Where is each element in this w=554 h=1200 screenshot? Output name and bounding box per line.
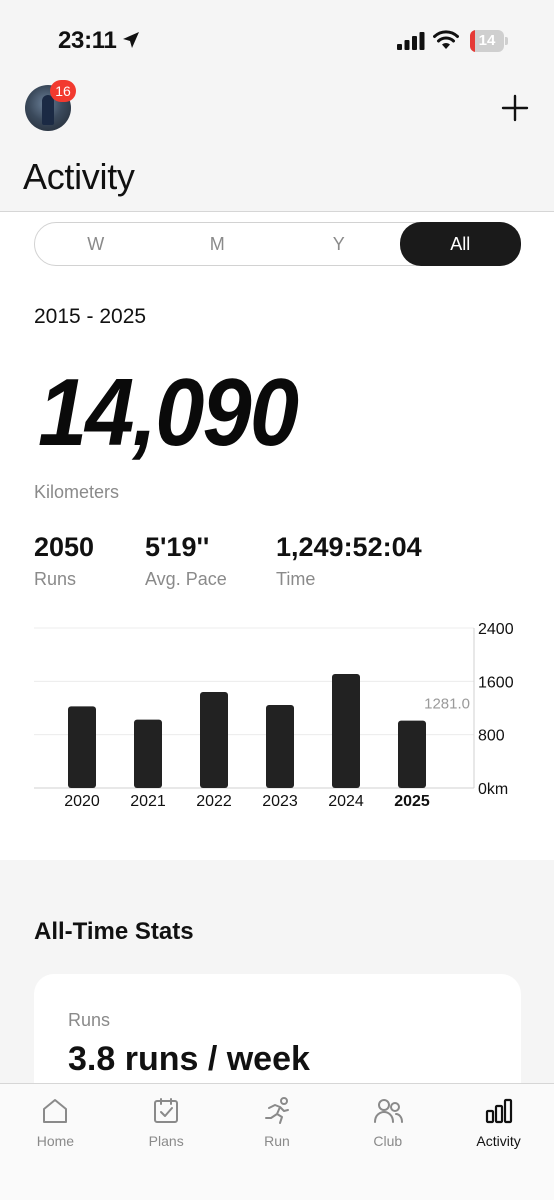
y-tick-label: 0km (478, 781, 508, 798)
bar-2025 (398, 720, 426, 788)
cellular-signal-icon (397, 32, 425, 50)
stat-pace: 5'19'' Avg. Pace (145, 532, 227, 590)
stat-pace-label: Avg. Pace (145, 569, 227, 589)
x-tick-label: 2024 (328, 793, 364, 810)
tab-run[interactable]: Run (222, 1084, 333, 1200)
run-icon (264, 1097, 289, 1124)
period-week-tab[interactable]: W (35, 223, 157, 265)
status-bar: 23:11 14 (0, 0, 554, 80)
bar-2024 (332, 674, 360, 788)
date-range: 2015 - 2025 (34, 305, 147, 328)
period-selector: W M Y All (34, 222, 521, 266)
tab-run-label: Run (264, 1133, 290, 1149)
stat-runs: 2050 Runs (34, 532, 94, 590)
x-tick-label: 2020 (64, 793, 100, 810)
x-tick-label: 2022 (196, 793, 232, 810)
stat-runs-label: Runs (34, 569, 77, 589)
stat-time-label: Time (276, 569, 316, 589)
card-value: 3.8 runs / week (68, 1040, 310, 1078)
tab-club-label: Club (373, 1133, 403, 1149)
home-icon (43, 1099, 68, 1123)
location-arrow-icon (123, 32, 139, 48)
all-time-stats-section: All-Time Stats Runs 3.8 runs / week (0, 860, 554, 1134)
tab-activity[interactable]: Activity (443, 1084, 554, 1200)
plans-icon (154, 1098, 179, 1123)
stat-time-value: 1,249:52:04 (276, 532, 422, 562)
tab-home[interactable]: Home (0, 1084, 111, 1200)
yearly-distance-chart: 0km 800 1600 2400 2020 2021 2022 2023 2024 2025 12… (34, 621, 514, 810)
period-year-tab[interactable]: Y (278, 223, 400, 265)
wifi-icon (433, 30, 459, 49)
reference-value-label: 1281.0 (424, 696, 470, 713)
status-time: 23:11 (58, 27, 117, 54)
bar-2023 (266, 705, 294, 788)
battery-level: 14 (478, 32, 496, 49)
header: 16 Activity (0, 80, 554, 212)
stat-pace-value: 5'19'' (145, 532, 210, 562)
total-distance: 14,090 (38, 359, 299, 466)
activity-summary: W M Y All 2015 - 2025 14,090 Kilometers … (0, 212, 554, 860)
tab-plans[interactable]: Plans (111, 1084, 222, 1200)
x-tick-label: 2021 (130, 793, 166, 810)
stat-time: 1,249:52:04 Time (276, 532, 422, 590)
bar-2021 (134, 719, 162, 788)
tab-plans-label: Plans (148, 1133, 184, 1149)
y-tick-label: 1600 (478, 674, 514, 691)
activity-icon (485, 1098, 512, 1124)
battery-icon: 14 (470, 30, 508, 52)
tab-bar: Home Plans Run Club Activity (0, 1083, 554, 1200)
x-tick-label: 2023 (262, 793, 298, 810)
notification-badge: 16 (50, 80, 76, 102)
tab-home-label: Home (36, 1133, 75, 1149)
page-title: Activity (23, 156, 135, 197)
tab-activity-label: Activity (476, 1133, 521, 1149)
bar-2022 (200, 692, 228, 788)
distance-unit: Kilometers (34, 482, 120, 502)
period-all-tab[interactable]: All (399, 222, 521, 266)
y-tick-label: 2400 (478, 621, 514, 638)
x-tick-label: 2025 (394, 793, 430, 810)
club-icon (373, 1099, 403, 1123)
card-label: Runs (68, 1010, 111, 1030)
period-month-tab[interactable]: M (157, 223, 279, 265)
section-title: All-Time Stats (34, 918, 194, 945)
bar-2020 (68, 706, 96, 788)
y-tick-label: 800 (478, 728, 505, 745)
tab-club[interactable]: Club (332, 1084, 443, 1200)
add-button[interactable] (500, 93, 530, 123)
stat-runs-value: 2050 (34, 532, 95, 562)
